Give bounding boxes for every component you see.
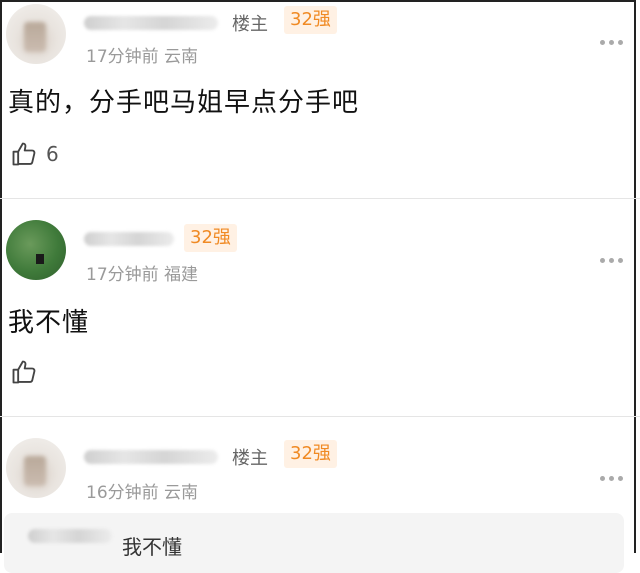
comment-time: 16分钟前 <box>86 483 159 503</box>
username-blurred[interactable] <box>84 16 218 30</box>
op-badge: 楼主 <box>232 14 268 35</box>
user-avatar[interactable] <box>6 438 66 498</box>
like-button[interactable]: 6 <box>10 140 59 168</box>
comment-time: 17分钟前 <box>86 47 159 67</box>
quoted-username-blurred <box>28 529 112 543</box>
more-options-icon[interactable] <box>600 466 628 481</box>
like-button[interactable] <box>10 358 46 386</box>
comment-text: 真的，分手吧马姐早点分手吧 <box>8 88 360 118</box>
user-avatar[interactable] <box>6 4 66 64</box>
comment-2: 32强 17分钟前 福建 我不懂 <box>0 198 640 416</box>
quoted-reply[interactable]: 我不懂 <box>4 513 624 573</box>
like-count: 6 <box>46 142 59 166</box>
comment-location: 福建 <box>164 265 199 285</box>
comment-meta: 16分钟前 云南 <box>86 478 198 503</box>
thumbs-up-icon <box>12 142 36 166</box>
comment-time: 17分钟前 <box>86 265 159 285</box>
comment-location: 云南 <box>164 483 199 503</box>
username-blurred[interactable] <box>84 450 218 464</box>
comment-meta: 17分钟前 云南 <box>86 42 198 67</box>
comment-location: 云南 <box>164 47 199 67</box>
quoted-reply-text: 我不懂 <box>122 535 182 559</box>
comment-text: 我不懂 <box>8 308 90 338</box>
comment-1: 楼主 32强 17分钟前 云南 真的，分手吧马姐早点分手吧 6 <box>0 0 640 198</box>
thumbs-up-icon <box>12 360 36 384</box>
op-badge: 楼主 <box>232 448 268 469</box>
user-avatar[interactable] <box>6 220 66 280</box>
more-options-icon[interactable] <box>600 30 628 45</box>
username-blurred[interactable] <box>84 232 174 246</box>
more-options-icon[interactable] <box>600 248 628 263</box>
level-badge: 32强 <box>284 6 337 34</box>
level-badge: 32强 <box>284 440 337 468</box>
comment-meta: 17分钟前 福建 <box>86 260 198 285</box>
level-badge: 32强 <box>184 224 237 252</box>
